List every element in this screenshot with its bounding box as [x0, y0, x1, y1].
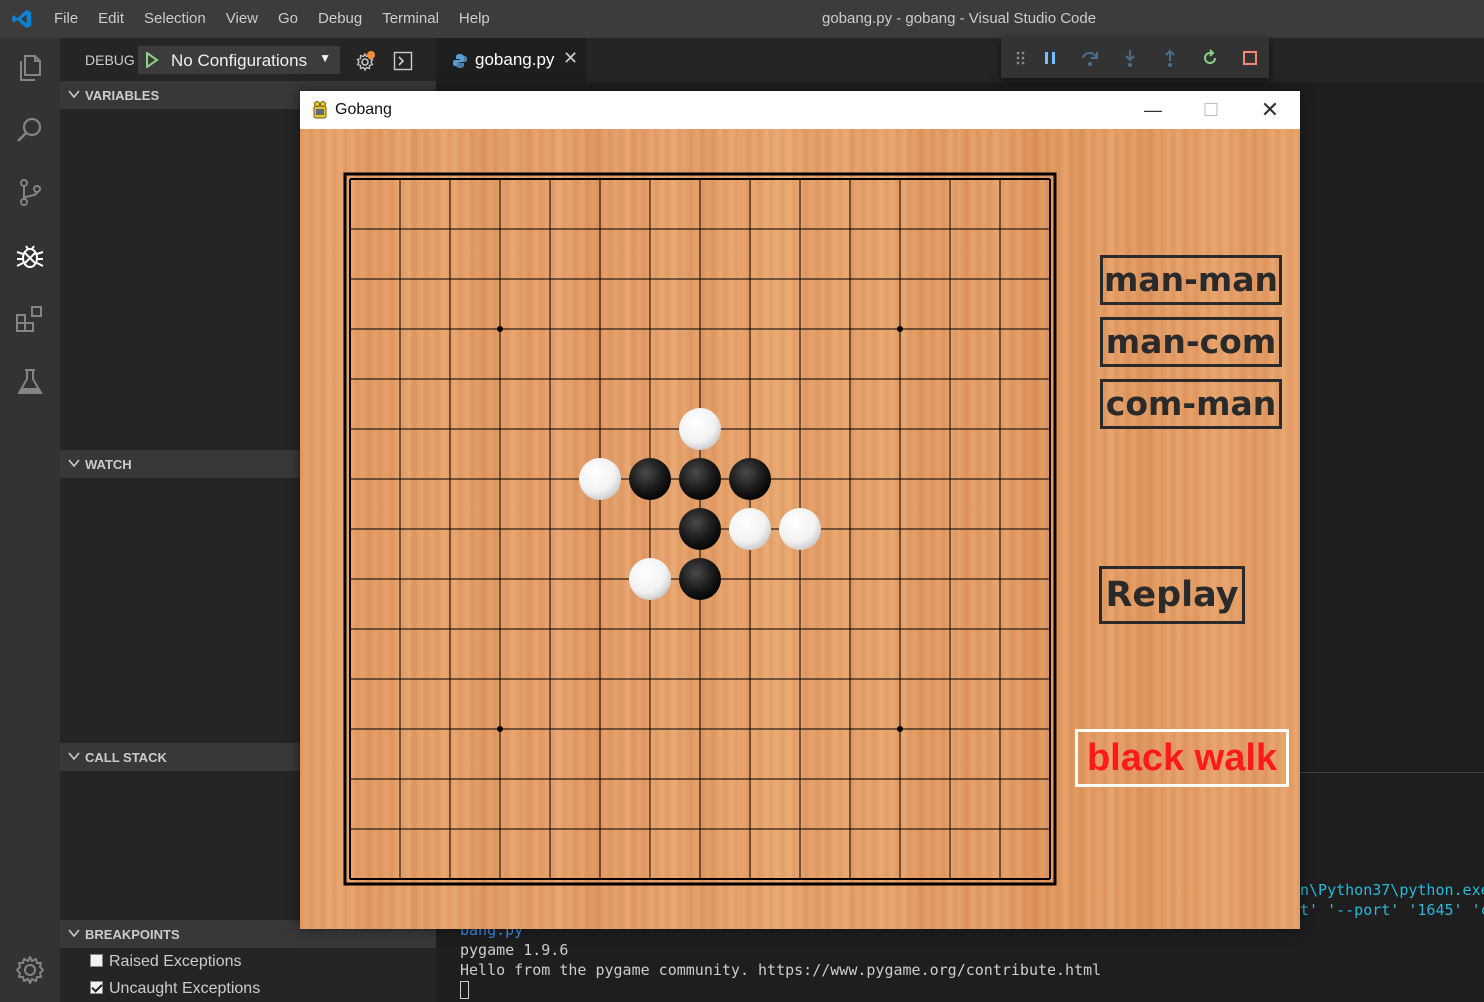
- breakpoint-uncaught-exceptions[interactable]: Uncaught Exceptions: [90, 980, 260, 998]
- menu-view[interactable]: View: [216, 0, 268, 38]
- chevron-down-icon: [68, 459, 80, 468]
- menu-edit[interactable]: Edit: [88, 0, 134, 38]
- vscode-title-bar: File Edit Selection View Go Debug Termin…: [0, 0, 1484, 38]
- man-man-button[interactable]: man-man: [1100, 255, 1282, 305]
- gobang-board[interactable]: [300, 129, 1300, 929]
- debug-toolbar: [1001, 38, 1269, 78]
- white-stone: [679, 408, 721, 450]
- gobang-title-bar: Gobang — ☐ ✕: [300, 91, 1300, 129]
- checkbox[interactable]: [90, 954, 103, 967]
- white-stone: [579, 458, 621, 500]
- terminal-line: pygame 1.9.6: [460, 941, 569, 959]
- black-stone: [629, 458, 671, 500]
- breakpoint-raised-exceptions[interactable]: Raised Exceptions: [90, 953, 242, 971]
- star-point: [497, 326, 503, 332]
- man-com-button[interactable]: man-com: [1100, 317, 1282, 367]
- tab-label: gobang.py: [475, 50, 555, 69]
- maximize-icon[interactable]: ☐: [1191, 95, 1231, 125]
- menu-go[interactable]: Go: [268, 0, 308, 38]
- vscode-logo-icon: [12, 9, 32, 29]
- black-stone: [729, 458, 771, 500]
- replay-button[interactable]: Replay: [1099, 566, 1245, 624]
- pause-icon[interactable]: [1040, 48, 1060, 68]
- restart-icon[interactable]: [1200, 48, 1220, 68]
- black-stone: [679, 508, 721, 550]
- terminal-output: bang.py pygame 1.9.6 Hello from the pyga…: [460, 920, 1101, 1000]
- debug-label: DEBUG: [85, 52, 135, 68]
- python-file-icon: [453, 54, 467, 68]
- test-icon[interactable]: [14, 366, 46, 398]
- open-launch-json-gear-icon[interactable]: [355, 50, 377, 72]
- gobang-title: Gobang: [335, 101, 392, 118]
- editor-tab-bar: gobang.py ✕: [436, 38, 1484, 82]
- black-stone: [679, 458, 721, 500]
- game-surface: man-man man-com com-man Replay black wal…: [300, 129, 1300, 929]
- configuration-value: No Configurations: [171, 51, 308, 70]
- turn-status: black walk: [1075, 729, 1289, 787]
- step-over-icon[interactable]: [1080, 48, 1100, 68]
- chevron-down-icon: ▼: [319, 51, 331, 65]
- white-stone: [629, 558, 671, 600]
- step-into-icon[interactable]: [1120, 48, 1140, 68]
- minimize-icon[interactable]: —: [1133, 95, 1173, 125]
- debug-configuration-select[interactable]: No Configurations ▼: [138, 46, 340, 74]
- menu-debug[interactable]: Debug: [308, 0, 372, 38]
- black-stone: [679, 558, 721, 600]
- star-point: [497, 726, 503, 732]
- chevron-down-icon: [68, 929, 80, 938]
- step-out-icon[interactable]: [1160, 48, 1180, 68]
- menu-selection[interactable]: Selection: [134, 0, 216, 38]
- close-icon[interactable]: ✕: [563, 48, 578, 69]
- white-stone: [779, 508, 821, 550]
- start-debugging-icon[interactable]: [145, 52, 159, 68]
- menu-bar: File Edit Selection View Go Debug Termin…: [44, 0, 500, 38]
- debug-console-icon[interactable]: [393, 51, 413, 71]
- menu-terminal[interactable]: Terminal: [372, 0, 449, 38]
- drag-handle-icon[interactable]: [1011, 48, 1031, 68]
- activity-bar: [0, 38, 60, 1002]
- menu-file[interactable]: File: [44, 0, 88, 38]
- source-control-icon[interactable]: [14, 176, 46, 208]
- search-icon[interactable]: [14, 114, 46, 146]
- close-icon[interactable]: ✕: [1250, 95, 1290, 125]
- chevron-down-icon: [68, 90, 80, 99]
- settings-gear-icon[interactable]: [14, 954, 46, 986]
- tab-gobang-py[interactable]: gobang.py ✕: [436, 38, 586, 82]
- star-point: [897, 726, 903, 732]
- terminal-line: Hello from the pygame community. https:/…: [460, 961, 1102, 979]
- stop-icon[interactable]: [1240, 48, 1260, 68]
- white-stone: [729, 508, 771, 550]
- debug-header: DEBUG No Configurations ▼: [60, 38, 436, 82]
- com-man-button[interactable]: com-man: [1100, 379, 1282, 429]
- screen: File Edit Selection View Go Debug Termin…: [0, 0, 1484, 1002]
- chevron-down-icon: [68, 752, 80, 761]
- terminal-line-right-2: t' '--port' '1645' 'c: [1300, 901, 1484, 919]
- star-point: [897, 326, 903, 332]
- gobang-window: Gobang — ☐ ✕ man-man man-com com-man Rep…: [300, 91, 1300, 929]
- extensions-icon[interactable]: [14, 303, 46, 335]
- menu-help[interactable]: Help: [449, 0, 500, 38]
- debug-icon[interactable]: [14, 240, 46, 272]
- checkbox-checked[interactable]: [90, 981, 103, 994]
- pygame-snake-icon: [313, 101, 327, 119]
- terminal-cursor: [460, 981, 469, 999]
- terminal-line-right-1: n\Python37\python.exe: [1300, 881, 1484, 899]
- explorer-icon[interactable]: [14, 52, 46, 84]
